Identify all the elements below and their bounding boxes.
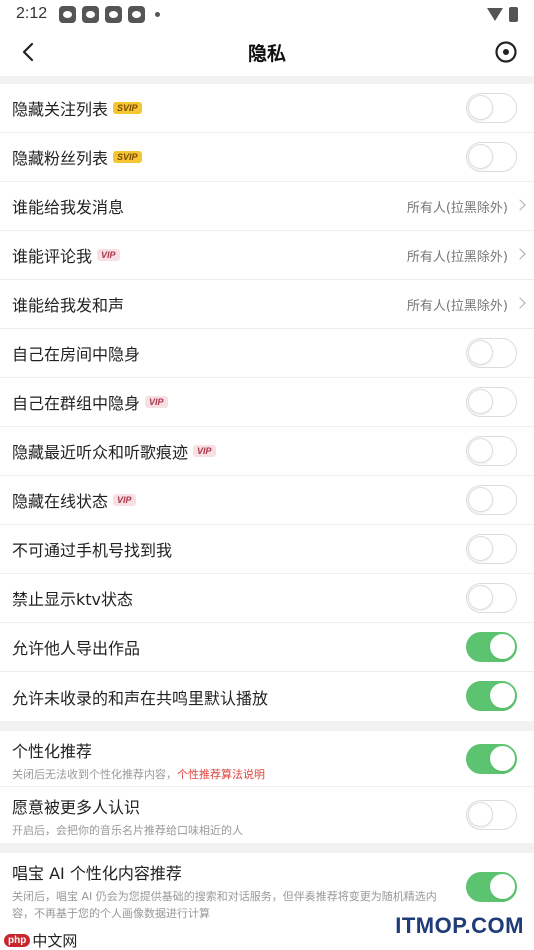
setting-label: 隐藏最近听众和听歌痕迹 bbox=[12, 443, 189, 462]
svip-badge: SVIP bbox=[113, 151, 142, 163]
setting-label: 隐藏粉丝列表 bbox=[12, 149, 109, 168]
recommendation-row: 个性化推荐关闭后无法收到个性化推荐内容，个性推荐算法说明 bbox=[0, 731, 534, 787]
svip-badge: SVIP bbox=[113, 102, 142, 114]
toggle-knob bbox=[468, 802, 493, 827]
setting-toggle[interactable] bbox=[466, 338, 517, 368]
setting-label: 禁止显示ktv状态 bbox=[12, 590, 134, 609]
setting-label: 隐藏关注列表 bbox=[12, 100, 109, 119]
setting-label: 允许未收录的和声在共鸣里默认播放 bbox=[12, 688, 269, 708]
setting-value: 所有人(拉黑除外) bbox=[406, 200, 508, 216]
toggle-knob bbox=[490, 683, 515, 708]
setting-label: 谁能给我发和声 bbox=[12, 296, 125, 315]
app-icon bbox=[82, 5, 100, 23]
php-watermark: php 中文网 bbox=[4, 930, 77, 950]
setting-toggle[interactable] bbox=[466, 632, 517, 662]
setting-toggle[interactable] bbox=[466, 534, 517, 564]
setting-row[interactable]: 自己在群组中隐身 VIP bbox=[0, 378, 534, 427]
itmop-watermark: ITMOP.COM bbox=[395, 913, 524, 938]
recommendation-description: 开启后，会把你的音乐名片推荐给口味相近的人 bbox=[12, 822, 522, 838]
ai-recommendation-label: 唱宝 AI 个性化内容推荐 bbox=[12, 864, 182, 883]
nav-bar: 隐私 bbox=[0, 28, 534, 76]
setting-row[interactable]: 谁能给我发消息 所有人(拉黑除外) bbox=[0, 182, 534, 231]
setting-value: 所有人(拉黑除外) bbox=[406, 249, 508, 265]
setting-toggle[interactable] bbox=[466, 142, 517, 172]
description-text: 开启后，会把你的音乐名片推荐给口味相近的人 bbox=[12, 824, 243, 837]
toggle-knob bbox=[468, 95, 493, 120]
setting-label: 谁能给我发消息 bbox=[12, 198, 125, 217]
recommendation-row: 愿意被更多人认识开启后，会把你的音乐名片推荐给口味相近的人 bbox=[0, 787, 534, 843]
setting-label: 自己在房间中隐身 bbox=[12, 345, 141, 364]
setting-row[interactable]: 谁能给我发和声 所有人(拉黑除外) bbox=[0, 280, 534, 329]
chevron-right-icon bbox=[514, 297, 526, 309]
toggle-knob bbox=[468, 340, 493, 365]
more-notifications-dot bbox=[155, 11, 161, 17]
setting-label: 谁能评论我 bbox=[12, 247, 93, 266]
page-title: 隐私 bbox=[247, 42, 286, 65]
setting-row[interactable]: 禁止显示ktv状态 bbox=[0, 574, 534, 623]
vip-badge: VIP bbox=[97, 249, 120, 261]
toggle-knob bbox=[468, 144, 493, 169]
setting-label: 隐藏在线状态 bbox=[12, 492, 109, 511]
setting-label: 不可通过手机号找到我 bbox=[12, 541, 173, 560]
setting-row[interactable]: 隐藏关注列表 SVIP bbox=[0, 84, 534, 133]
status-time: 2:12 bbox=[16, 5, 48, 22]
php-logo: php bbox=[4, 934, 31, 947]
target-icon bbox=[495, 41, 517, 63]
toggle-knob bbox=[468, 585, 493, 610]
setting-toggle[interactable] bbox=[466, 681, 517, 711]
chevron-right-icon bbox=[514, 248, 526, 260]
setting-toggle[interactable] bbox=[466, 436, 517, 466]
vip-badge: VIP bbox=[145, 396, 168, 408]
setting-row[interactable]: 隐藏粉丝列表 SVIP bbox=[0, 133, 534, 182]
setting-row[interactable]: 隐藏最近听众和听歌痕迹 VIP bbox=[0, 427, 534, 476]
toggle-knob bbox=[490, 874, 515, 899]
setting-row[interactable]: 谁能评论我 VIP 所有人(拉黑除外) bbox=[0, 231, 534, 280]
ai-recommendation-description: 关闭后，唱宝 AI 仍会为您提供基础的搜索和对话服务，但伴奏推荐将变更为随机精选… bbox=[12, 890, 437, 920]
privacy-settings-list: 隐藏关注列表 SVIP 隐藏粉丝列表 SVIP 谁能给我发消息 所有人(拉黑除外) 谁能评论… bbox=[0, 84, 534, 721]
setting-toggle[interactable] bbox=[466, 583, 517, 613]
algorithm-explanation-link[interactable]: 个性推荐算法说明 bbox=[177, 768, 265, 781]
recommendation-label: 个性化推荐 bbox=[12, 742, 93, 761]
setting-row[interactable]: 允许未收录的和声在共鸣里默认播放 bbox=[0, 672, 534, 721]
next-row-peek bbox=[0, 942, 534, 950]
app-icon bbox=[59, 5, 77, 23]
setting-row[interactable]: 自己在房间中隐身 bbox=[0, 329, 534, 378]
ai-recommendation-row: 唱宝 AI 个性化内容推荐 关闭后，唱宝 AI 仍会为您提供基础的搜索和对话服务… bbox=[0, 853, 534, 921]
setting-toggle[interactable] bbox=[466, 93, 517, 123]
recommendation-label: 愿意被更多人认识 bbox=[12, 798, 141, 817]
toggle-knob bbox=[468, 438, 493, 463]
status-bar: 2:12 bbox=[0, 0, 534, 28]
setting-toggle[interactable] bbox=[466, 485, 517, 515]
vip-badge: VIP bbox=[193, 445, 216, 457]
recommendation-settings-list: 个性化推荐 关闭后无法收到个性化推荐内容，个性推荐算法说明 愿意被更多人认识 开启后，… bbox=[0, 731, 534, 843]
setting-toggle[interactable] bbox=[466, 387, 517, 417]
setting-row[interactable]: 不可通过手机号找到我 bbox=[0, 525, 534, 574]
wifi-icon bbox=[487, 7, 503, 21]
setting-label: 自己在群组中隐身 bbox=[12, 394, 141, 413]
chevron-right-icon bbox=[514, 199, 526, 211]
setting-value: 所有人(拉黑除外) bbox=[406, 298, 508, 314]
setting-row[interactable]: 隐藏在线状态 VIP bbox=[0, 476, 534, 525]
toggle-knob bbox=[468, 389, 493, 414]
recommendation-description: 关闭后无法收到个性化推荐内容，个性推荐算法说明 bbox=[12, 766, 522, 782]
setting-row[interactable]: 允许他人导出作品 bbox=[0, 623, 534, 672]
toggle-knob bbox=[490, 634, 515, 659]
toggle-knob bbox=[490, 746, 515, 771]
scan-button[interactable] bbox=[492, 38, 520, 66]
app-icon bbox=[105, 5, 123, 23]
app-icon bbox=[128, 5, 146, 23]
vip-badge: VIP bbox=[113, 494, 136, 506]
recommendation-toggle[interactable] bbox=[466, 800, 517, 830]
description-text: 关闭后无法收到个性化推荐内容， bbox=[12, 768, 177, 781]
recommendation-toggle[interactable] bbox=[466, 744, 517, 774]
ai-recommendation-toggle[interactable] bbox=[466, 872, 517, 902]
chevron-left-icon bbox=[22, 42, 34, 62]
toggle-knob bbox=[468, 536, 493, 561]
back-button[interactable] bbox=[14, 38, 42, 66]
battery-icon bbox=[509, 6, 518, 22]
php-watermark-text: 中文网 bbox=[32, 932, 78, 950]
setting-label: 允许他人导出作品 bbox=[12, 639, 141, 658]
toggle-knob bbox=[468, 487, 493, 512]
